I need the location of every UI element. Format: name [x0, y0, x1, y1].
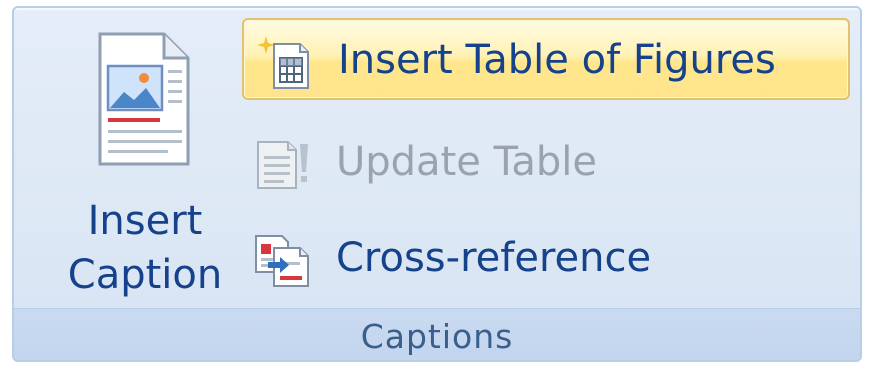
insert-table-of-figures-label: Insert Table of Figures — [338, 37, 776, 83]
captions-group: Insert Caption Insert Table of Figures U… — [12, 6, 862, 362]
group-label-bar: Captions — [14, 308, 860, 360]
insert-table-of-figures-button[interactable]: Insert Table of Figures — [242, 18, 850, 100]
insert-caption-label-line2: Caption — [67, 252, 223, 298]
insert-caption-label-line1: Insert — [87, 198, 203, 244]
group-label: Captions — [360, 317, 514, 356]
group-highlight — [14, 8, 860, 10]
cross-reference-label: Cross-reference — [336, 235, 652, 281]
update-table-button[interactable]: Update Table — [242, 122, 850, 204]
insert-caption-icon — [98, 32, 190, 166]
insert-caption-button[interactable]: Insert Caption — [46, 16, 244, 306]
cross-reference-button[interactable]: Cross-reference — [242, 218, 850, 300]
update-table-label: Update Table — [336, 139, 598, 185]
table-of-figures-icon — [257, 36, 309, 89]
cross-reference-icon — [255, 235, 309, 287]
update-table-icon — [257, 141, 308, 189]
